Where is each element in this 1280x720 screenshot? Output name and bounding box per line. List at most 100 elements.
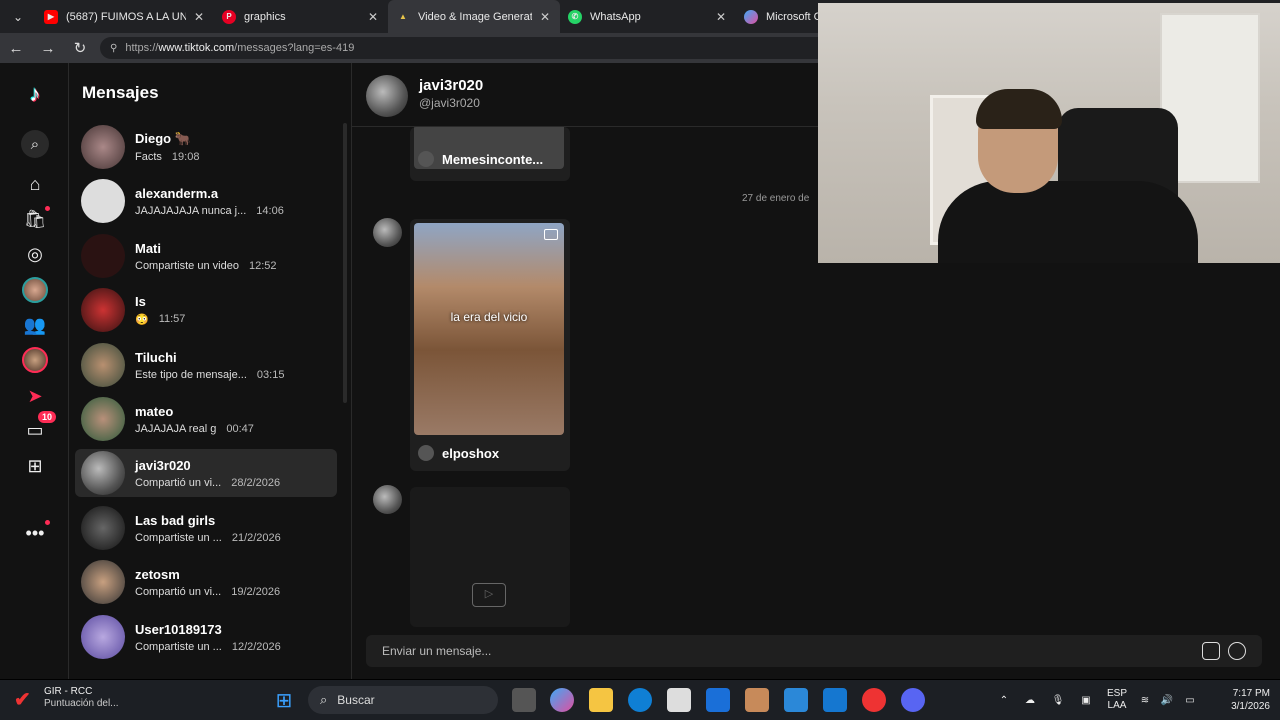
- messages-badge: 10: [37, 411, 56, 423]
- webcam-overlay: [818, 3, 1280, 263]
- conversation-list: Mensajes Diego 🐂 Facts 19:08 alexanderm.a J…: [69, 63, 352, 679]
- battery-icon[interactable]: ▭: [1178, 695, 1202, 706]
- live-avatar[interactable]: [22, 277, 48, 303]
- ai-triangle-icon: ▲: [399, 12, 407, 21]
- tab-whatsapp[interactable]: ✆ WhatsApp ✕: [560, 0, 736, 33]
- network-adapter-icon[interactable]: ▣: [1072, 695, 1100, 706]
- wifi-icon[interactable]: ≋: [1134, 695, 1156, 706]
- conversation-item[interactable]: mateo JAJAJAJA real g 00:47: [75, 395, 337, 443]
- app-icon[interactable]: [745, 688, 769, 712]
- back-arrow-icon[interactable]: ←: [0, 33, 32, 63]
- taskbar-clock[interactable]: 7:17 PM 3/1/2026: [1231, 687, 1270, 713]
- tiktok-logo-icon[interactable]: ♪: [22, 81, 48, 107]
- store-icon[interactable]: [667, 688, 691, 712]
- profile-avatar[interactable]: [22, 347, 48, 373]
- discord-icon[interactable]: [901, 688, 925, 712]
- pinterest-icon: P: [222, 9, 236, 24]
- copilot-icon: [744, 9, 758, 24]
- video-caption-overlay: la era del vicio: [450, 310, 528, 324]
- app-icon[interactable]: [706, 688, 730, 712]
- close-tab-icon[interactable]: ✕: [714, 10, 728, 24]
- reload-icon[interactable]: ↻: [64, 33, 96, 63]
- notification-dot: [45, 520, 50, 525]
- youtube-icon: ▶: [44, 9, 58, 24]
- forward-arrow-icon[interactable]: →: [32, 33, 64, 63]
- chat-username[interactable]: javi3r020: [419, 77, 483, 94]
- chat-handle: @javi3r020: [419, 96, 480, 110]
- conversation-item[interactable]: Mati Compartiste un video 12:52: [75, 232, 337, 280]
- chat-avatar[interactable]: [366, 75, 408, 117]
- avatar: [81, 234, 125, 278]
- friends-icon[interactable]: 👥: [22, 312, 48, 338]
- tab-pinterest[interactable]: P graphics ✕: [214, 0, 388, 33]
- close-tab-icon[interactable]: ✕: [366, 10, 380, 24]
- upload-plus-icon[interactable]: ⊞: [22, 453, 48, 479]
- avatar: [81, 615, 125, 659]
- conversation-item[interactable]: Tiluchi Este tipo de mensaje... 03:15: [75, 341, 337, 389]
- home-icon[interactable]: ⌂: [22, 171, 48, 197]
- edge-browser-icon[interactable]: [628, 688, 652, 712]
- author-avatar: [418, 445, 434, 461]
- conversation-item[interactable]: zetosm Compartió un vi... 19/2/2026: [75, 558, 337, 606]
- date-separator: 27 de enero de: [742, 193, 810, 204]
- copilot-icon[interactable]: [550, 688, 574, 712]
- file-explorer-icon[interactable]: [589, 688, 613, 712]
- microphone-icon[interactable]: 🎙: [1044, 695, 1072, 706]
- chevron-up-icon[interactable]: ⌃: [992, 695, 1016, 706]
- person-body: [938, 181, 1198, 263]
- explore-compass-icon[interactable]: ◎: [22, 241, 48, 267]
- onedrive-cloud-icon[interactable]: ☁: [1016, 695, 1044, 706]
- task-view-icon[interactable]: [512, 688, 536, 712]
- more-options-icon[interactable]: •••: [22, 520, 50, 546]
- conversation-item[interactable]: User10189173 Compartiste un ... 12/2/2026: [75, 613, 337, 661]
- messages-icon[interactable]: ▭ 10: [22, 411, 56, 443]
- video-unavailable-card[interactable]: ▷: [410, 487, 570, 627]
- news-logo-icon: ✔: [14, 688, 31, 711]
- outlook-icon[interactable]: [823, 688, 847, 712]
- close-tab-icon[interactable]: ✕: [538, 10, 552, 24]
- tab-microsoft-copilot[interactable]: Microsoft C: [736, 0, 826, 33]
- shop-bag-icon[interactable]: 🛍: [22, 206, 50, 232]
- sender-avatar[interactable]: [373, 218, 402, 247]
- message-input[interactable]: Enviar un mensaje...: [366, 635, 1262, 667]
- conversation-item[interactable]: alexanderm.a JAJAJAJAJA nunca j... 14:06: [75, 177, 337, 225]
- system-tray: ⌃ ☁ 🎙 ▣ ESP LAA ≋ 🔊 ▭: [992, 680, 1202, 720]
- tab-youtube[interactable]: ▶ (5687) FUIMOS A LA UNIC ✕: [36, 0, 214, 33]
- image-attach-icon[interactable]: [1202, 642, 1220, 660]
- tab-search-chevron-icon[interactable]: ⌄: [0, 0, 36, 33]
- conversation-item-selected[interactable]: javi3r020 Compartió un vi... 28/2/2026: [75, 449, 337, 497]
- activity-send-icon[interactable]: ➤: [22, 383, 48, 409]
- avatar: [81, 506, 125, 550]
- site-info-icon[interactable]: ⚲: [110, 43, 117, 54]
- app-icon[interactable]: [784, 688, 808, 712]
- shared-video-card[interactable]: la era del vicio elposhox: [410, 219, 570, 471]
- windows-start-icon[interactable]: ⊞: [272, 688, 296, 712]
- emoji-icon[interactable]: [1228, 642, 1246, 660]
- chrome-icon[interactable]: [862, 688, 886, 712]
- conversation-item[interactable]: Las bad girls Compartiste un ... 21/2/2026: [75, 504, 337, 552]
- close-tab-icon[interactable]: ✕: [192, 10, 206, 24]
- search-icon[interactable]: ⌕: [21, 130, 49, 158]
- multi-image-icon: [544, 229, 558, 240]
- avatar: [81, 343, 125, 387]
- url-field[interactable]: ⚲ https://www.tiktok.com/messages?lang=e…: [100, 37, 830, 59]
- widgets-news[interactable]: ✔ GIR - RCC Puntuación del...: [14, 686, 119, 711]
- avatar: [81, 560, 125, 604]
- video-author: elposhox: [418, 445, 499, 461]
- avatar: [81, 179, 125, 223]
- search-icon: ⌕: [320, 692, 328, 707]
- video-author: Memesinconte...: [418, 151, 543, 167]
- conversation-item[interactable]: Diego 🐂 Facts 19:08: [75, 123, 337, 171]
- sender-avatar[interactable]: [373, 485, 402, 514]
- conversation-item[interactable]: Is 😳 11:57: [75, 286, 337, 334]
- language-indicator[interactable]: ESP LAA: [1100, 688, 1134, 712]
- taskbar-search[interactable]: ⌕ Buscar: [308, 686, 498, 714]
- scrollbar[interactable]: [343, 123, 347, 403]
- volume-icon[interactable]: 🔊: [1156, 695, 1178, 706]
- notification-dot: [45, 206, 50, 211]
- shared-video-card[interactable]: Memesinconte...: [410, 127, 570, 181]
- video-placeholder-icon: ▷: [472, 583, 506, 607]
- avatar: [81, 125, 125, 169]
- tab-video-image-generation[interactable]: ▲ Video & Image Generation ✕: [388, 0, 560, 33]
- whatsapp-icon: ✆: [568, 9, 582, 24]
